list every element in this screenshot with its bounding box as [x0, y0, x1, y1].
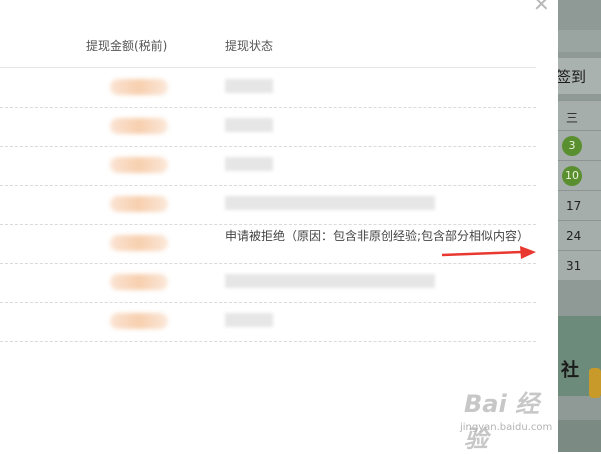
table-row	[0, 69, 536, 108]
amount-redacted	[110, 313, 168, 329]
calendar-day[interactable]: 24	[558, 220, 601, 251]
amount-redacted	[110, 157, 168, 173]
table-row	[0, 186, 536, 225]
status-redacted	[225, 79, 273, 93]
rejection-status-text: 申请被拒绝（原因：包含非原创经验;包含部分相似内容）	[225, 229, 530, 243]
background-header	[558, 30, 601, 52]
calendar-day[interactable]: 3	[558, 130, 601, 161]
header-divider	[0, 67, 536, 68]
amount-redacted	[110, 79, 168, 95]
background-page: 签到 三 3 10 17 24 31 社	[558, 0, 601, 452]
checkin-label: 签到	[558, 68, 587, 86]
red-arrow-annotation	[442, 246, 536, 259]
watermark-logo: Bai 经验	[464, 390, 540, 453]
close-icon[interactable]: ✕	[533, 0, 550, 16]
table-row	[0, 108, 536, 147]
status-redacted	[225, 274, 435, 288]
checkin-button[interactable]: 签到	[558, 58, 601, 94]
calendar-day[interactable]: 31	[558, 250, 601, 281]
table-row	[0, 264, 536, 303]
amount-redacted	[110, 274, 168, 290]
status-redacted	[225, 313, 273, 327]
coin-icon	[589, 368, 601, 398]
column-header-status: 提现状态	[225, 39, 274, 53]
status-redacted	[225, 196, 435, 210]
table-row	[0, 147, 536, 186]
amount-redacted	[110, 196, 168, 212]
status-redacted	[225, 118, 273, 132]
promo-banner[interactable]: 社	[558, 316, 601, 398]
table-row	[0, 303, 536, 342]
watermark-url: jingyan.baidu.com	[460, 422, 553, 433]
amount-redacted	[110, 118, 168, 134]
status-redacted	[225, 157, 273, 171]
watermark: Bai 经验 jingyan.baidu.com	[440, 384, 560, 453]
calendar-day[interactable]: 17	[558, 190, 601, 221]
background-footer	[558, 420, 601, 452]
calendar: 三 3 10 17 24 31	[558, 100, 601, 280]
calendar-weekday: 三	[558, 100, 601, 131]
column-header-amount: 提现金额(税前)	[86, 39, 168, 53]
calendar-day[interactable]: 10	[558, 160, 601, 191]
banner-text: 社	[561, 360, 579, 381]
amount-redacted	[110, 235, 168, 251]
